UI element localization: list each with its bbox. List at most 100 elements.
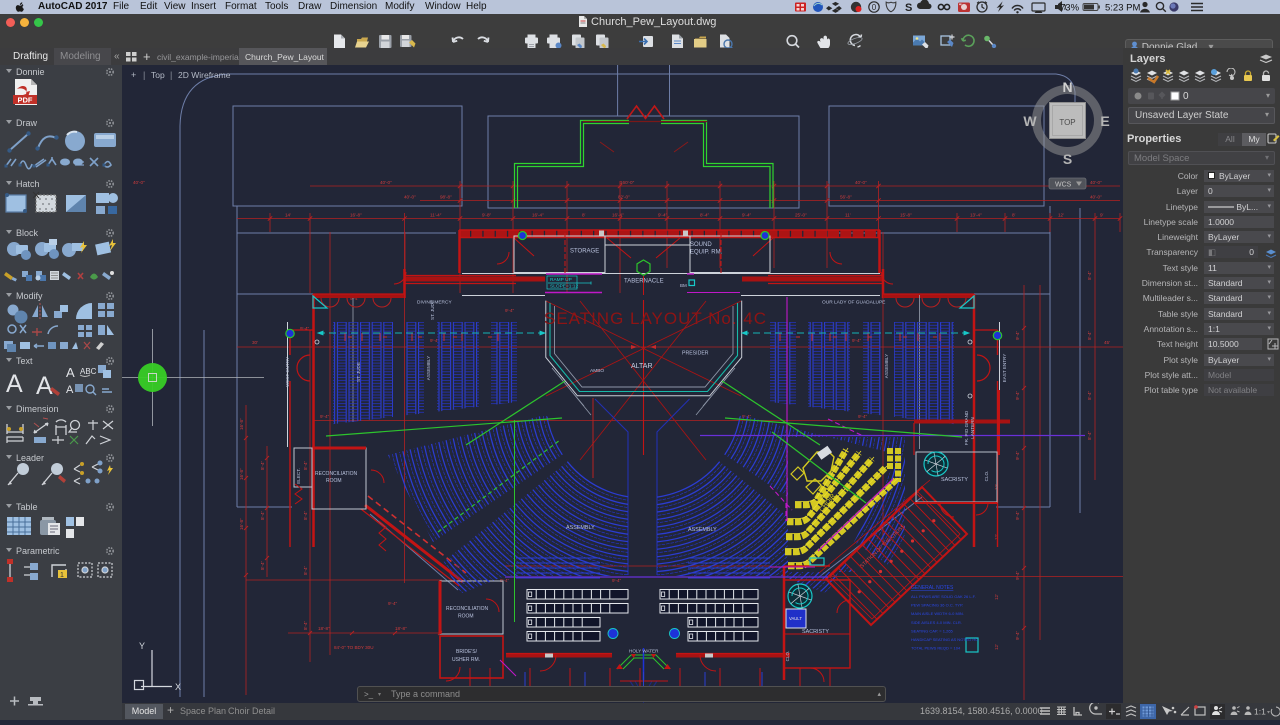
svg-text:ELECT.: ELECT. (296, 468, 301, 484)
svg-text:11′-4″: 11′-4″ (430, 213, 442, 218)
svg-text:A: A (66, 365, 75, 380)
svg-text:|: | (170, 70, 172, 80)
svg-text:16′-8″: 16′-8″ (239, 468, 244, 480)
svg-text:ALTAR: ALTAR (631, 363, 653, 370)
svg-text:S: S (905, 2, 912, 14)
svg-text:30′: 30′ (252, 340, 258, 345)
svg-text:Donnie: Donnie (16, 67, 45, 77)
svg-text:Text: Text (16, 356, 33, 366)
svg-text:Table: Table (16, 502, 38, 512)
svg-text:13′-4″: 13′-4″ (970, 213, 982, 218)
svg-text:12′: 12′ (994, 594, 999, 600)
svg-text:8′-4″: 8′-4″ (260, 560, 265, 570)
svg-text:SOUND: SOUND (690, 242, 712, 248)
svg-text:USHER RM.: USHER RM. (452, 657, 480, 663)
svg-text:15′-8″: 15′-8″ (900, 213, 912, 218)
svg-text:Hatch: Hatch (16, 179, 40, 189)
svg-text:8′-4″: 8′-4″ (260, 460, 265, 470)
svg-text:9′-4″: 9′-4″ (1015, 330, 1020, 340)
svg-text:WCS: WCS (1055, 182, 1072, 189)
svg-text:GENERAL NOTES: GENERAL NOTES (911, 585, 954, 591)
svg-text:ST. JUDE: ST. JUDE (430, 300, 435, 320)
svg-text:SEATING LAYOUT No. 4C: SEATING LAYOUT No. 4C (544, 309, 766, 328)
svg-text:N: N (1062, 79, 1072, 95)
svg-text:SIDE AISLES 4-0 MIN. CLR.: SIDE AISLES 4-0 MIN. CLR. (911, 620, 962, 625)
svg-text:W: W (1023, 113, 1037, 129)
svg-text:9′-4″: 9′-4″ (505, 308, 515, 313)
svg-text:Modify: Modify (16, 291, 43, 301)
svg-text:40′-0″: 40′-0″ (404, 195, 416, 200)
svg-text:BM: BM (680, 283, 687, 288)
svg-text:HANDICAP SEATING AS NOTED HC: HANDICAP SEATING AS NOTED HC (911, 637, 978, 642)
svg-text:8′-4″: 8′-4″ (303, 620, 308, 630)
svg-text:84′-0″ TO BDY 30U: 84′-0″ TO BDY 30U (334, 645, 374, 650)
svg-text:EAST ENTRY: EAST ENTRY (1002, 354, 1007, 383)
svg-text:PRESIDER: PRESIDER (682, 351, 709, 357)
svg-text:8′-4″: 8′-4″ (303, 565, 308, 575)
svg-text:HOLY WATER: HOLY WATER (629, 649, 659, 654)
svg-text:8′-4″: 8′-4″ (1087, 330, 1092, 340)
svg-text:Block: Block (16, 228, 39, 238)
svg-text:TABERNACLE: TABERNACLE (624, 279, 664, 285)
svg-text:FR. PIO GRAND: FR. PIO GRAND (964, 410, 969, 445)
svg-text:TOTAL PEWS REQD = 104: TOTAL PEWS REQD = 104 (911, 646, 961, 651)
svg-text:X: X (175, 682, 181, 692)
svg-text:16′-4″: 16′-4″ (532, 213, 544, 218)
svg-text:8′-4″: 8′-4″ (303, 510, 308, 520)
svg-text:8′-4″: 8′-4″ (303, 460, 308, 470)
svg-text:9′-4″: 9′-4″ (1015, 630, 1020, 640)
svg-text:A: A (36, 372, 53, 400)
svg-text:Parametric: Parametric (16, 546, 60, 556)
svg-text:EQUIP. RM.: EQUIP. RM. (690, 250, 723, 256)
svg-text:12′: 12′ (994, 644, 999, 650)
svg-text:8′-4″: 8′-4″ (1087, 430, 1092, 440)
svg-text:12′: 12′ (1058, 213, 1064, 218)
svg-text:+: + (131, 70, 136, 80)
svg-text:16′-4″: 16′-4″ (612, 213, 624, 218)
svg-text:CLO.: CLO. (984, 471, 989, 482)
svg-text:ROOM: ROOM (326, 478, 342, 484)
svg-text:9′-4″: 9′-4″ (742, 213, 752, 218)
svg-text:9′-4″: 9′-4″ (1015, 570, 1020, 580)
svg-text:ABC: ABC (80, 367, 97, 376)
svg-text:ASSEMBLY: ASSEMBLY (884, 354, 889, 378)
svg-text:S: S (1063, 151, 1072, 167)
svg-text:SEATING CAP. = 1,265: SEATING CAP. = 1,265 (911, 628, 954, 633)
svg-text:|: | (143, 70, 145, 80)
svg-text:ASSEMBLY: ASSEMBLY (566, 525, 595, 531)
svg-text:9′-4″: 9′-4″ (388, 601, 398, 606)
svg-text:12′: 12′ (994, 534, 999, 540)
svg-text:9′-4″: 9′-4″ (1015, 510, 1020, 520)
svg-text:Top: Top (151, 70, 165, 80)
svg-text:WEST ENTRY: WEST ENTRY (285, 357, 290, 387)
svg-text:A: A (6, 370, 23, 398)
svg-text:9′-4″: 9′-4″ (858, 414, 868, 419)
svg-text:56′-8″: 56′-8″ (840, 195, 852, 200)
svg-text:0: 0 (872, 3, 877, 12)
svg-text:16′-8″: 16′-8″ (239, 418, 244, 430)
svg-text:18′-8″: 18′-8″ (318, 626, 330, 631)
svg-text:SACRISTY: SACRISTY (941, 477, 968, 483)
svg-text:ALL PEWS ARE SOLID OAK 26 L.F: ALL PEWS ARE SOLID OAK 26 L.F. (911, 594, 976, 599)
svg-text:9′-4″: 9′-4″ (320, 414, 330, 419)
svg-text:AMBO: AMBO (590, 368, 604, 374)
svg-text:A: A (66, 384, 74, 396)
svg-text:25′-0″: 25′-0″ (795, 213, 807, 218)
svg-text:40′-0″: 40′-0″ (133, 180, 145, 185)
svg-text:18′-8″: 18′-8″ (395, 626, 407, 631)
svg-text:11′: 11′ (845, 213, 851, 218)
svg-text:40′-0″: 40′-0″ (855, 180, 867, 185)
svg-text:1: 1 (60, 572, 64, 579)
svg-text:9′-8″: 9′-8″ (482, 213, 492, 218)
svg-text:Y: Y (139, 641, 145, 651)
svg-text:8′-4″: 8′-4″ (700, 213, 710, 218)
svg-text:40′-0″: 40′-0″ (380, 180, 392, 185)
svg-text:160′-0″: 160′-0″ (620, 180, 635, 185)
svg-text:98′-8″: 98′-8″ (440, 195, 452, 200)
svg-text:Draw: Draw (16, 118, 38, 128)
svg-text:E: E (1100, 113, 1109, 129)
svg-text:9′-4″: 9′-4″ (1015, 450, 1020, 460)
svg-text:16′-8″: 16′-8″ (350, 213, 362, 218)
svg-text:OUR LADY OF GUADALUPE: OUR LADY OF GUADALUPE (822, 300, 885, 306)
svg-text:8′-4″: 8′-4″ (1087, 270, 1092, 280)
